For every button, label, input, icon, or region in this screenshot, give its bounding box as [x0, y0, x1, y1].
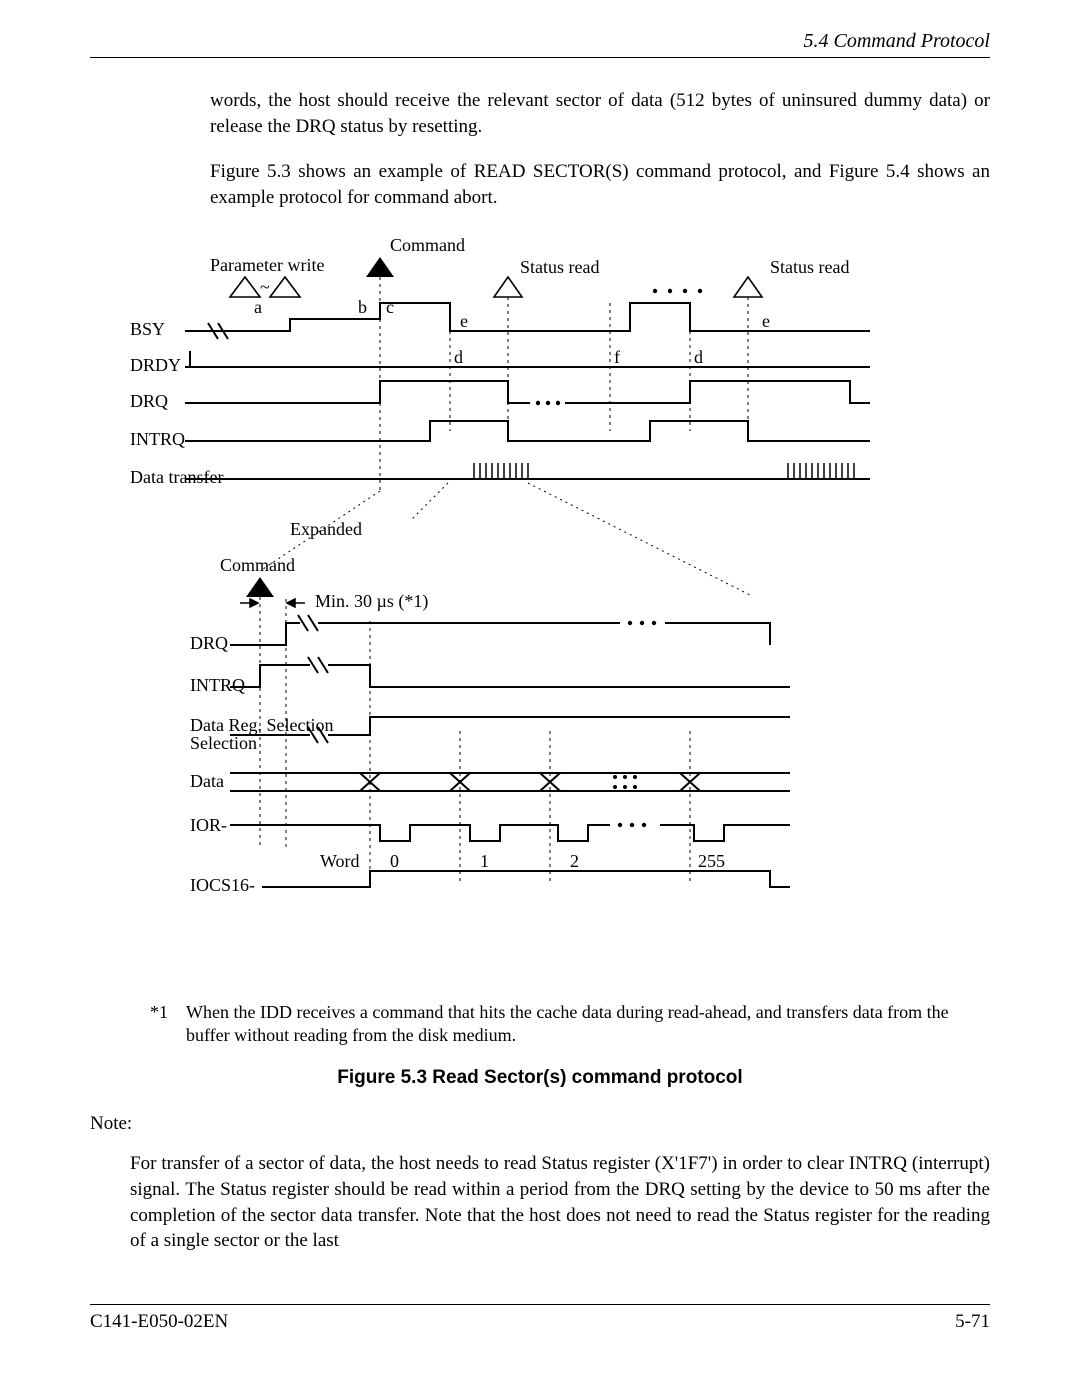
figure-caption: Figure 5.3 Read Sector(s) command protoc…	[90, 1067, 990, 1089]
svg-text:Min. 30 µs (*1): Min. 30 µs (*1)	[315, 591, 428, 612]
lbl-param-write: Parameter write	[210, 255, 324, 275]
svg-text:DRQ: DRQ	[190, 633, 228, 653]
body-p1: words, the host should receive the relev…	[210, 88, 990, 139]
svg-text:255: 255	[698, 851, 725, 871]
footer-doc: C141-E050-02EN	[90, 1311, 228, 1333]
footnote: *1 When the IDD receives a command that …	[150, 1001, 990, 1048]
lbl-status-read-2: Status read	[770, 257, 849, 277]
lbl-status-read-1: Status read	[520, 257, 599, 277]
svg-text:d: d	[454, 347, 463, 367]
svg-text:Data transfer: Data transfer	[130, 467, 223, 487]
svg-text:b: b	[358, 297, 367, 317]
svg-text:BSY: BSY	[130, 319, 165, 339]
svg-text:DRDY: DRDY	[130, 355, 181, 375]
footnote-text: When the IDD receives a command that hit…	[186, 1001, 990, 1048]
svg-text:Word: Word	[320, 851, 360, 871]
lbl-command: Command	[390, 235, 465, 255]
svg-text:e: e	[762, 311, 770, 331]
svg-text:d: d	[694, 347, 703, 367]
footer-page: 5-71	[955, 1311, 990, 1333]
svg-text:e: e	[460, 311, 468, 331]
footnote-mark: *1	[150, 1001, 186, 1048]
note-label: Note:	[90, 1113, 990, 1135]
svg-text:c: c	[386, 297, 394, 317]
svg-text:2: 2	[570, 851, 579, 871]
svg-text:f: f	[614, 347, 620, 367]
svg-text:INTRQ: INTRQ	[190, 675, 245, 695]
svg-text:DRQ: DRQ	[130, 391, 168, 411]
svg-text:0: 0	[390, 851, 399, 871]
svg-text:IOCS16-: IOCS16-	[190, 875, 255, 895]
svg-text:IOR-: IOR-	[190, 815, 227, 835]
svg-text:1: 1	[480, 851, 489, 871]
section-header: 5.4 Command Protocol	[90, 30, 990, 58]
note-body: For transfer of a sector of data, the ho…	[130, 1151, 990, 1254]
svg-text:Data: Data	[190, 771, 224, 791]
svg-text:Command: Command	[220, 555, 295, 575]
timing-diagram: Command Parameter write Status read Stat…	[90, 231, 990, 991]
svg-text:~: ~	[260, 277, 270, 297]
svg-text:Expanded: Expanded	[290, 519, 362, 539]
body-p2: Figure 5.3 shows an example of READ SECT…	[210, 159, 990, 210]
svg-text:a: a	[254, 297, 262, 317]
svg-text:INTRQ: INTRQ	[130, 429, 185, 449]
